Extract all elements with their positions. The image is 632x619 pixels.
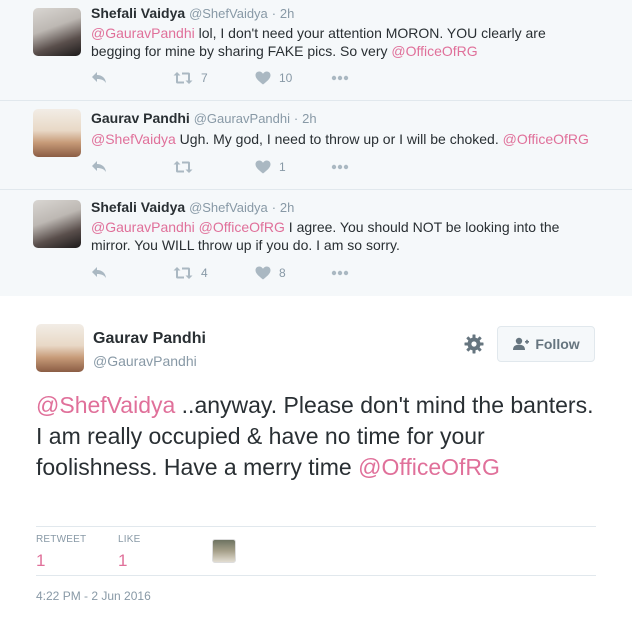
- like-count: 10: [279, 71, 293, 85]
- avatar[interactable]: [33, 200, 81, 248]
- mention-link[interactable]: @GauravPandhi: [91, 25, 195, 41]
- settings-button[interactable]: [464, 334, 484, 359]
- tweet-actions: 4 8: [91, 266, 349, 280]
- avatar[interactable]: [33, 109, 81, 157]
- like-button[interactable]: 8: [255, 266, 331, 280]
- mention-link[interactable]: @ShefVaidya: [36, 392, 175, 418]
- conversation-thread: Shefali Vaidya @ShefVaidya · 2h @GauravP…: [0, 0, 632, 296]
- text-segment: Ugh. My god, I need to throw up or I wil…: [175, 131, 503, 147]
- follow-label: Follow: [535, 336, 580, 352]
- tweet-stats: RETWEET 1 LIKE 1: [36, 526, 596, 576]
- mention-link[interactable]: @ShefVaidya: [91, 131, 176, 147]
- tweet-timestamp[interactable]: 4:22 PM - 2 Jun 2016: [36, 589, 151, 603]
- author-name[interactable]: Shefali Vaidya: [91, 199, 185, 215]
- tweet-text: @GauravPandhi lol, I don't need your att…: [91, 24, 591, 60]
- separator-dot: ·: [271, 200, 277, 215]
- author-name[interactable]: Shefali Vaidya: [91, 5, 185, 21]
- conversation-tweet[interactable]: Shefali Vaidya @ShefVaidya · 2h @GauravP…: [0, 0, 632, 101]
- conversation-tweet[interactable]: Shefali Vaidya @ShefVaidya · 2h @GauravP…: [0, 190, 632, 296]
- author-name[interactable]: Gaurav Pandhi: [91, 110, 190, 126]
- conversation-tweet[interactable]: Gaurav Pandhi @GauravPandhi · 2h @ShefVa…: [0, 101, 632, 190]
- retweet-count: 4: [201, 266, 208, 280]
- author-handle[interactable]: @GauravPandhi: [194, 111, 290, 126]
- author-handle[interactable]: @GauravPandhi: [93, 353, 197, 369]
- retweet-stat[interactable]: RETWEET 1: [36, 534, 86, 571]
- mention-link[interactable]: @OfficeOfRG: [199, 219, 285, 235]
- reply-icon: [92, 72, 106, 83]
- reply-button[interactable]: [91, 160, 173, 174]
- more-button[interactable]: [331, 75, 349, 81]
- author-handle[interactable]: @ShefVaidya: [189, 6, 268, 21]
- tweet-text: @GauravPandhi @OfficeOfRG I agree. You s…: [91, 218, 591, 254]
- retweet-button[interactable]: 4: [173, 266, 255, 280]
- like-button[interactable]: 10: [255, 71, 331, 85]
- reply-icon: [92, 267, 106, 278]
- more-icon: [331, 164, 349, 170]
- separator-dot: ·: [293, 111, 299, 126]
- follow-person-icon: [513, 337, 530, 350]
- mention-link[interactable]: @OfficeOfRG: [391, 43, 477, 59]
- follow-button[interactable]: Follow: [497, 326, 595, 362]
- author-name[interactable]: Gaurav Pandhi: [93, 330, 206, 348]
- more-icon: [331, 270, 349, 276]
- retweet-icon: [173, 161, 193, 173]
- more-button[interactable]: [331, 270, 349, 276]
- gear-icon: [464, 334, 484, 354]
- retweet-button[interactable]: 7: [173, 71, 255, 85]
- more-button[interactable]: [331, 164, 349, 170]
- heart-icon: [255, 160, 271, 174]
- tweet-time[interactable]: 2h: [280, 6, 294, 21]
- separator-dot: ·: [271, 6, 277, 21]
- retweet-icon: [173, 267, 193, 279]
- like-stat-count: 1: [118, 551, 128, 570]
- retweet-stat-label: RETWEET: [36, 534, 87, 545]
- main-tweet: Gaurav Pandhi @GauravPandhi Follow @Shef…: [16, 310, 616, 619]
- mention-link[interactable]: @OfficeOfRG: [503, 131, 589, 147]
- tweet-actions: 1: [91, 160, 349, 174]
- tweet-text: @ShefVaidya Ugh. My god, I need to throw…: [91, 130, 591, 148]
- more-icon: [331, 75, 349, 81]
- like-count: 8: [279, 266, 286, 280]
- like-stat-label: LIKE: [118, 534, 141, 545]
- avatar[interactable]: [36, 324, 84, 372]
- mention-link[interactable]: @OfficeOfRG: [358, 454, 500, 480]
- tweet-actions: 7 10: [91, 71, 349, 85]
- retweet-button[interactable]: [173, 160, 255, 174]
- mention-link[interactable]: @GauravPandhi: [91, 219, 195, 235]
- like-count: 1: [279, 160, 286, 174]
- author-handle[interactable]: @ShefVaidya: [189, 200, 268, 215]
- reply-icon: [92, 161, 106, 172]
- liker-avatar[interactable]: [212, 539, 236, 563]
- tweet-time[interactable]: 2h: [302, 111, 316, 126]
- retweet-stat-count: 1: [36, 551, 46, 570]
- avatar[interactable]: [33, 8, 81, 56]
- reply-button[interactable]: [91, 266, 173, 280]
- retweet-icon: [173, 72, 193, 84]
- reply-button[interactable]: [91, 71, 173, 85]
- heart-icon: [255, 71, 271, 85]
- tweet-text: @ShefVaidya ..anyway. Please don't mind …: [36, 390, 606, 483]
- like-stat[interactable]: LIKE 1: [118, 534, 140, 571]
- heart-icon: [255, 266, 271, 280]
- like-button[interactable]: 1: [255, 160, 331, 174]
- retweet-count: 7: [201, 71, 208, 85]
- tweet-time[interactable]: 2h: [280, 200, 294, 215]
